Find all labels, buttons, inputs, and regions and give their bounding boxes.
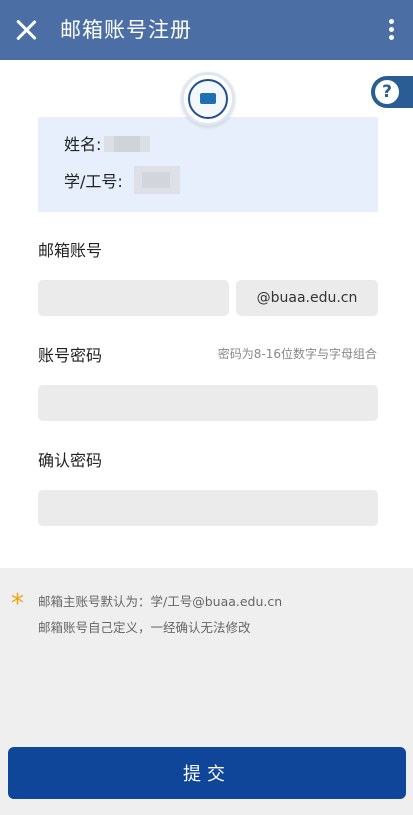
name-label: 姓名: [64, 135, 102, 154]
top-bar: 邮箱账号注册 [0, 0, 413, 60]
email-domain: @buaa.edu.cn [236, 280, 378, 316]
page-title: 邮箱账号注册 [60, 18, 192, 42]
help-button[interactable]: ? [371, 76, 413, 108]
close-icon[interactable] [12, 16, 40, 44]
confirm-password-label: 确认密码 [38, 451, 103, 470]
password-input[interactable] [38, 385, 378, 421]
note-custom-account: 邮箱账号自己定义，一经确认无法修改 [38, 620, 251, 635]
more-vertical-icon[interactable] [387, 19, 395, 43]
asterisk-icon: * [11, 589, 24, 619]
submit-button[interactable]: 提交 [8, 747, 406, 799]
id-value-redacted [134, 166, 180, 194]
note-default-account: 邮箱主账号默认为：学/工号@buaa.edu.cn [38, 594, 283, 609]
user-info-panel: 姓名: 学/工号: [38, 117, 378, 212]
name-value-redacted [104, 136, 150, 152]
password-label: 账号密码 [38, 346, 103, 365]
email-input[interactable] [38, 280, 229, 316]
password-hint: 密码为8-16位数字与字母组合 [217, 347, 377, 361]
id-label: 学/工号: [64, 172, 123, 191]
university-logo [181, 72, 235, 126]
email-label: 邮箱账号 [38, 241, 103, 260]
logo-emblem-icon [200, 93, 216, 104]
confirm-password-input[interactable] [38, 490, 378, 526]
help-icon: ? [375, 80, 399, 104]
